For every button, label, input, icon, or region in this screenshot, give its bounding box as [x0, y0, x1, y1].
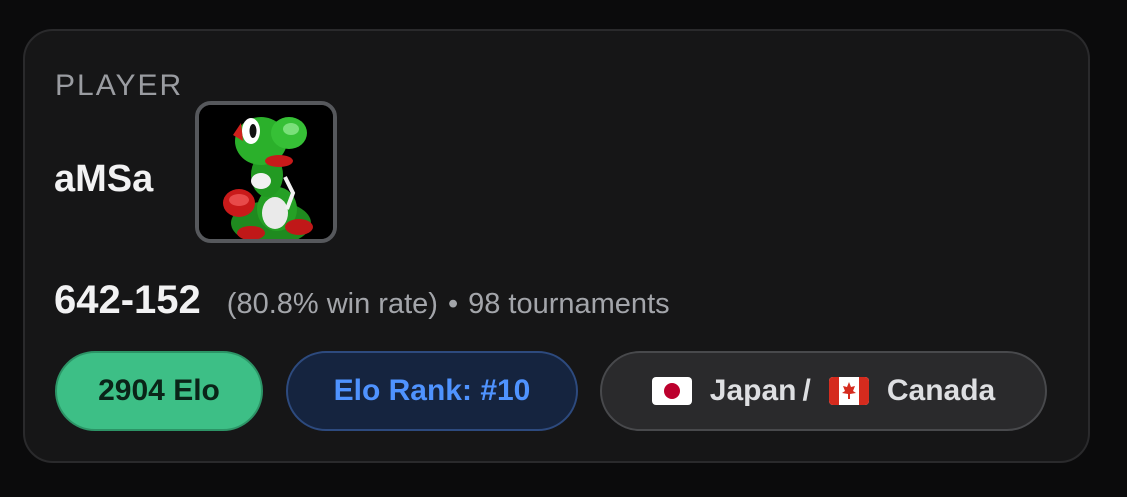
- country-separator: /: [802, 374, 811, 407]
- elo-rank-badge[interactable]: Elo Rank: #10: [286, 351, 578, 431]
- tournament-count: 98 tournaments: [468, 288, 670, 320]
- country-name-1: Japan: [709, 374, 797, 407]
- country-badge: Japan / Canada: [600, 351, 1047, 431]
- stats-row: 642-152 (80.8% win rate) • 98 tournament…: [54, 278, 670, 323]
- japan-flag-icon: [651, 377, 692, 405]
- separator-dot: •: [447, 288, 459, 320]
- yoshi-character-icon: [195, 101, 337, 243]
- player-name[interactable]: aMSa: [54, 157, 153, 201]
- win-rate: (80.8% win rate): [226, 288, 438, 320]
- canada-flag-icon: [828, 377, 869, 405]
- player-card: PLAYER aMSa 642-152 (80.8% win rate) • 9…: [23, 29, 1090, 463]
- elo-badge: 2904 Elo: [55, 351, 263, 431]
- section-label: PLAYER: [55, 69, 184, 102]
- win-loss-record: 642-152: [54, 278, 201, 322]
- country-name-2: Canada: [886, 374, 996, 407]
